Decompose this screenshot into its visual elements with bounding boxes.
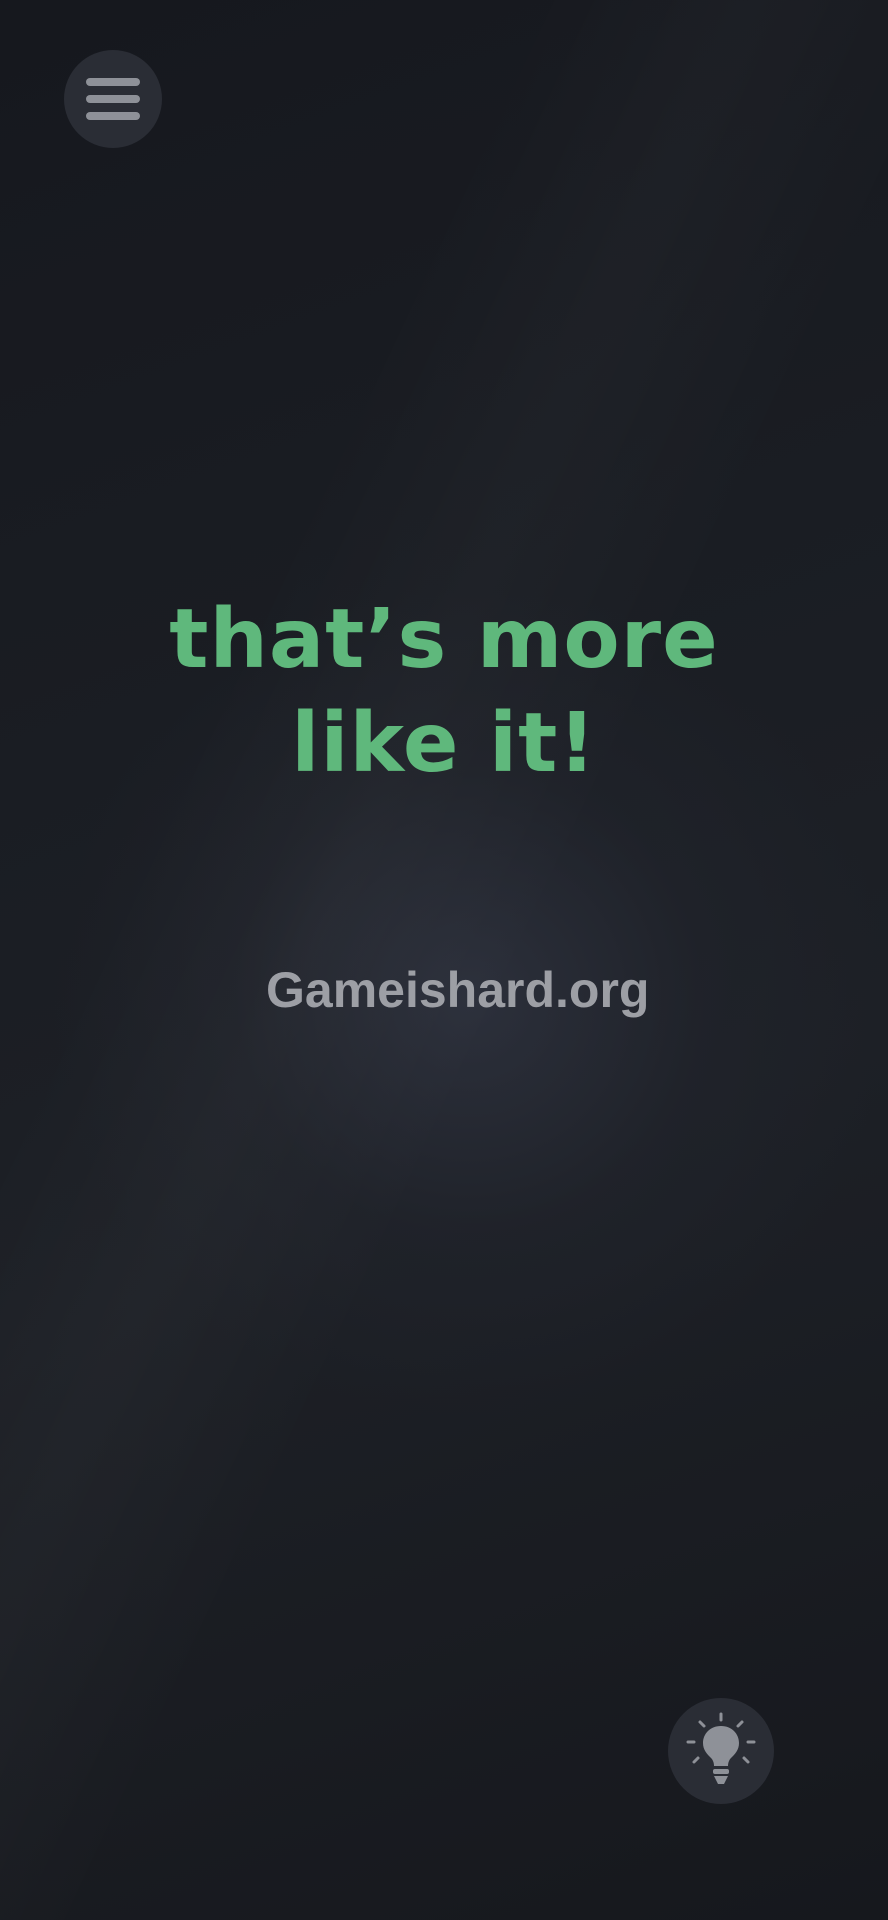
menu-button[interactable] — [64, 50, 162, 148]
lightbulb-icon — [686, 1712, 756, 1784]
hint-button[interactable] — [668, 1698, 774, 1804]
hamburger-menu-icon — [86, 78, 140, 120]
level-message: that’s more like it! — [0, 588, 888, 796]
message-line-1: that’s more — [169, 592, 719, 687]
watermark-text: Gameishard.org — [266, 962, 650, 1018]
game-screen: that’s more like it! Gameishard.org — [0, 0, 888, 1920]
message-line-2: like it! — [291, 696, 597, 791]
